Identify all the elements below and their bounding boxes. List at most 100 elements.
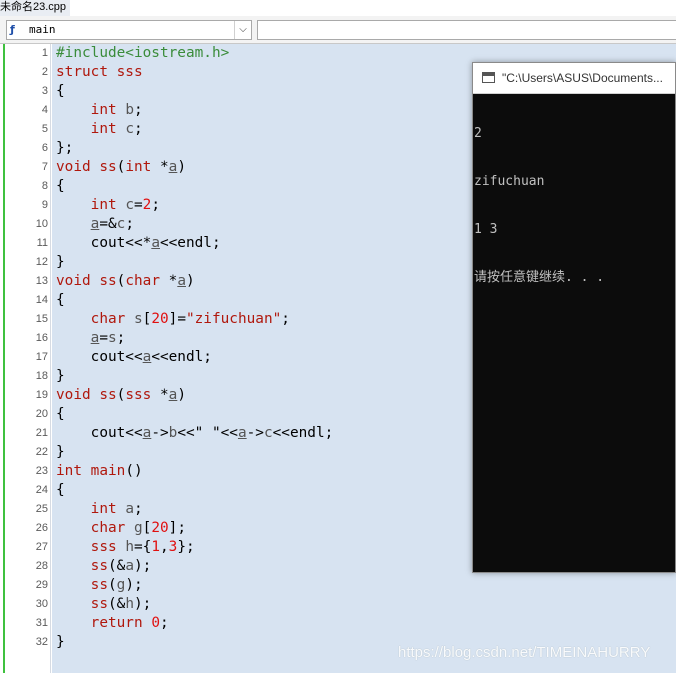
line-number: 16 [35, 332, 48, 344]
code-line[interactable]: 30 ss(&h); [0, 595, 676, 614]
code-token: return [90, 615, 143, 631]
code-text: int c; [56, 120, 143, 139]
code-line[interactable]: 31 return 0; [0, 614, 676, 633]
line-number: 5 [41, 123, 48, 135]
code-text: { [56, 481, 65, 500]
code-token: ) [177, 159, 186, 175]
class-combo[interactable] [257, 20, 676, 40]
console-app-icon [482, 72, 495, 83]
console-line: 请按任意键继续. . . [474, 270, 605, 285]
code-text: return 0; [56, 614, 169, 633]
code-token: b [125, 102, 134, 118]
code-text: char g[20]; [56, 519, 186, 538]
line-number: 6 [41, 142, 48, 154]
code-line[interactable]: 29 ss(g); [0, 576, 676, 595]
code-text: { [56, 82, 65, 101]
line-number: 26 [35, 522, 48, 534]
code-token: ss [99, 273, 117, 289]
code-token: cout<<* [56, 235, 152, 251]
line-number: 2 [41, 66, 48, 78]
line-number: 28 [35, 560, 48, 572]
watermark: https://blog.csdn.net/TIMEINAHURRY [398, 644, 651, 661]
code-token: <<" "<< [177, 425, 238, 441]
code-text: a=s; [56, 329, 126, 348]
code-token: int [90, 102, 117, 118]
line-number: 11 [36, 237, 48, 249]
file-tab-label: 未命名23.cpp [0, 1, 67, 13]
code-token: { [56, 178, 65, 194]
code-token: ; [159, 615, 169, 631]
code-token: ; [116, 330, 126, 346]
code-token: 0 [151, 615, 160, 631]
code-token: main [90, 463, 126, 479]
line-number: 13 [35, 275, 48, 287]
code-token: -> [246, 425, 264, 441]
code-token: a [177, 273, 186, 289]
code-token: ; [134, 121, 143, 137]
line-number: 25 [35, 503, 48, 515]
code-token: } [56, 368, 65, 384]
code-token: }; [56, 140, 74, 156]
console-title: "C:\Users\ASUS\Documents... [502, 71, 663, 85]
code-token: 1 [151, 539, 160, 555]
line-number: 3 [41, 85, 48, 97]
console-title-bar[interactable]: "C:\Users\ASUS\Documents... [473, 63, 675, 94]
code-token: c [125, 197, 134, 213]
code-line[interactable]: 1 #include<iostream.h> [0, 44, 676, 63]
code-token: int [125, 159, 152, 175]
function-combo[interactable]: ƒ main ⌵ [6, 20, 252, 40]
line-number: 12 [35, 256, 48, 268]
line-number: 10 [35, 218, 48, 230]
code-token: a [125, 501, 134, 517]
code-text: void ss(int *a) [56, 158, 186, 177]
line-number: 31 [35, 617, 48, 629]
code-text: struct sss [56, 63, 143, 82]
code-token: b [168, 425, 178, 441]
code-text: cout<<*a<<endl; [56, 234, 221, 253]
code-text: int a; [56, 500, 143, 519]
console-output: 2 zifuchuan 1 3 请按任意键继续. . . [474, 94, 604, 318]
code-text: } [56, 367, 65, 386]
code-token: ; [125, 216, 134, 232]
code-token: -> [151, 425, 169, 441]
code-token: a [142, 349, 152, 365]
code-token: (& [107, 558, 126, 574]
code-token: cout<< [56, 425, 143, 441]
line-number: 9 [41, 199, 48, 211]
code-token: <<endl; [151, 349, 212, 365]
console-line: 1 3 [474, 222, 498, 237]
line-number: 14 [35, 294, 48, 306]
code-token: ; [134, 501, 143, 517]
code-token: } [56, 444, 65, 460]
file-tab[interactable]: 未命名23.cpp [0, 0, 71, 17]
function-icon: ƒ [10, 23, 15, 36]
code-token: struct [56, 64, 108, 80]
code-token: ={ [134, 539, 152, 555]
line-number: 29 [35, 579, 48, 591]
line-number: 17 [35, 351, 48, 363]
code-token: * [151, 159, 169, 175]
code-token: sss [107, 64, 143, 80]
line-number: 15 [35, 313, 48, 325]
code-token: () [125, 463, 143, 479]
code-token: ; [281, 311, 290, 327]
code-token: <<endl; [159, 235, 221, 251]
code-token: = [99, 330, 108, 346]
line-number: 4 [41, 104, 48, 116]
code-token: { [56, 292, 65, 308]
console-window[interactable]: "C:\Users\ASUS\Documents... 2 zifuchuan … [472, 62, 676, 573]
code-token: h [125, 539, 134, 555]
chevron-down-icon[interactable]: ⌵ [234, 21, 251, 39]
